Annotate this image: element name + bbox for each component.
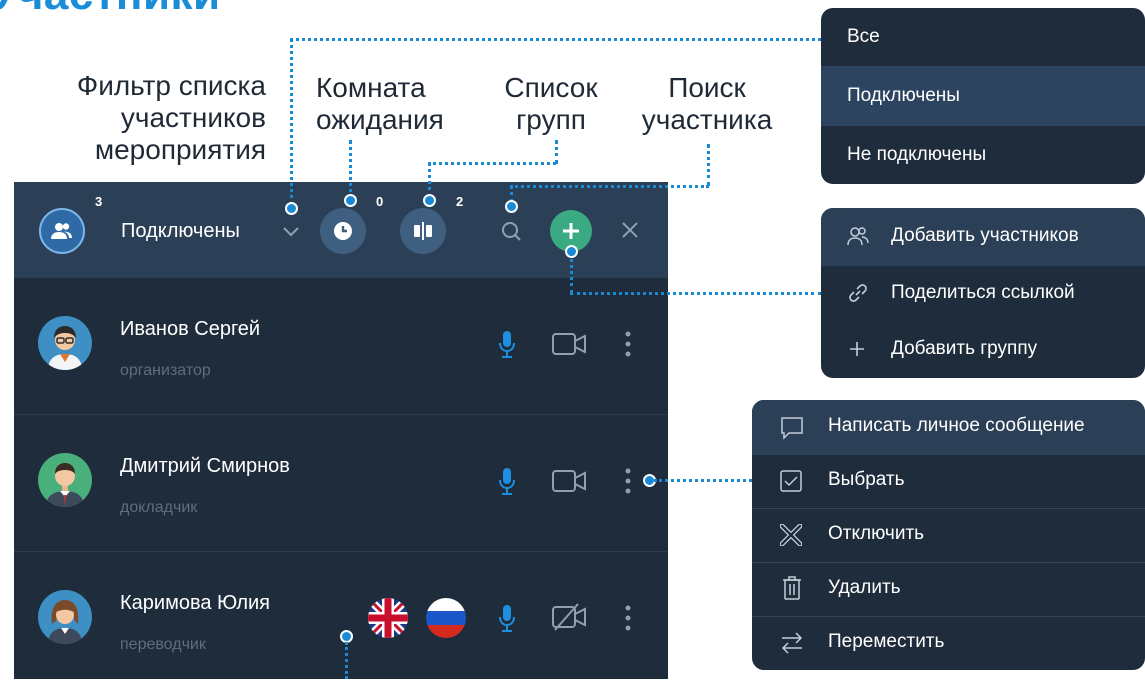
add-group-item[interactable]: Добавить группу — [821, 322, 1145, 378]
participant-role: переводчик — [120, 636, 206, 653]
select-item[interactable]: Выбрать — [752, 455, 1145, 508]
ru-flag-icon[interactable] — [424, 596, 468, 640]
participants-icon — [51, 223, 72, 239]
send-private-message-item[interactable]: Написать личное сообщение — [752, 400, 1145, 454]
filter-option-all[interactable]: Все — [821, 8, 1145, 66]
groups-icon — [414, 222, 432, 240]
participant-name: Дмитрий Смирнов — [120, 455, 290, 477]
move-label: Переместить — [828, 631, 945, 652]
delete-label: Удалить — [828, 577, 901, 598]
waiting-count-badge: 0 — [376, 194, 384, 209]
filter-menu: Все Подключены Не подключены — [821, 8, 1145, 184]
groups-count-badge: 2 — [456, 194, 464, 209]
disconnect-label: Отключить — [828, 523, 925, 544]
add-participants-item[interactable]: Добавить участников — [821, 208, 1145, 266]
microphone-icon[interactable] — [498, 467, 516, 495]
annotation-groups: Список групп — [486, 72, 616, 136]
microphone-icon[interactable] — [498, 330, 516, 358]
annotation-line: групп — [516, 104, 586, 135]
participants-count-badge: 3 — [95, 194, 103, 209]
camera-off-icon[interactable] — [552, 602, 588, 632]
annotation-line: мероприятия — [94, 134, 266, 165]
participant-row[interactable]: Иванов Сергей организатор — [14, 278, 668, 415]
participants-button[interactable] — [39, 208, 85, 254]
groups-button[interactable] — [400, 208, 446, 254]
filter-option-connected[interactable]: Подключены — [821, 66, 1145, 126]
participant-row[interactable]: Каримова Юлия переводчик — [14, 552, 668, 688]
filter-select-value[interactable]: Подключены — [121, 220, 240, 243]
close-icon[interactable] — [620, 220, 640, 240]
annotation-line: Комната — [316, 72, 426, 103]
annotation-line: Список — [504, 72, 598, 103]
share-link-item[interactable]: Поделиться ссылкой — [821, 266, 1145, 322]
annotation-filter: Фильтр списка участников мероприятия — [30, 70, 266, 166]
disconnect-item[interactable]: Отключить — [752, 509, 1145, 562]
more-options-icon[interactable] — [624, 330, 632, 358]
checkbox-icon — [780, 470, 802, 492]
camera-icon[interactable] — [552, 333, 588, 355]
more-options-icon[interactable] — [624, 604, 632, 632]
annotation-line: Фильтр списка — [76, 70, 266, 101]
share-link-label: Поделиться ссылкой — [891, 282, 1075, 303]
message-icon — [781, 417, 803, 440]
add-group-label: Добавить группу — [891, 338, 1038, 359]
disconnect-icon — [780, 524, 802, 546]
participant-name: Каримова Юлия — [120, 592, 270, 614]
microphone-icon[interactable] — [498, 604, 516, 632]
clock-icon — [334, 222, 352, 240]
participant-role: докладчик — [120, 499, 198, 516]
move-item[interactable]: Переместить — [752, 617, 1145, 670]
page-title: Участники — [0, 0, 221, 20]
more-options-icon[interactable] — [624, 467, 632, 495]
avatar — [38, 590, 92, 644]
add-menu: Добавить участников Поделиться ссылкой Д… — [821, 208, 1145, 378]
trash-icon — [783, 576, 801, 600]
move-icon — [781, 632, 803, 654]
annotation-line: ожидания — [316, 104, 444, 135]
send-private-message-label: Написать личное сообщение — [828, 415, 1085, 436]
annotation-search: Поиск участника — [626, 72, 788, 136]
plus-icon — [850, 342, 864, 356]
filter-option-not-connected[interactable]: Не подключены — [821, 126, 1145, 184]
add-participants-label: Добавить участников — [891, 225, 1079, 246]
annotation-line: Поиск — [668, 72, 746, 103]
annotation-waiting: Комната ожидания — [316, 72, 476, 136]
chevron-down-icon[interactable] — [282, 226, 300, 238]
add-participants-icon — [847, 227, 869, 246]
participant-row[interactable]: Дмитрий Смирнов докладчик — [14, 415, 668, 552]
link-icon — [849, 284, 867, 302]
search-icon[interactable] — [500, 220, 522, 242]
participant-name: Иванов Сергей — [120, 318, 261, 340]
plus-icon — [563, 223, 579, 239]
participant-role: организатор — [120, 362, 211, 379]
annotation-line: участника — [641, 104, 773, 135]
delete-item[interactable]: Удалить — [752, 563, 1145, 616]
annotation-line: участников — [120, 102, 266, 133]
select-label: Выбрать — [828, 469, 905, 490]
uk-flag-icon[interactable] — [366, 596, 410, 640]
participant-context-menu: Написать личное сообщение Выбрать Отключ… — [752, 400, 1145, 670]
avatar — [38, 316, 92, 370]
avatar — [38, 453, 92, 507]
waiting-room-button[interactable] — [320, 208, 366, 254]
camera-icon[interactable] — [552, 470, 588, 492]
